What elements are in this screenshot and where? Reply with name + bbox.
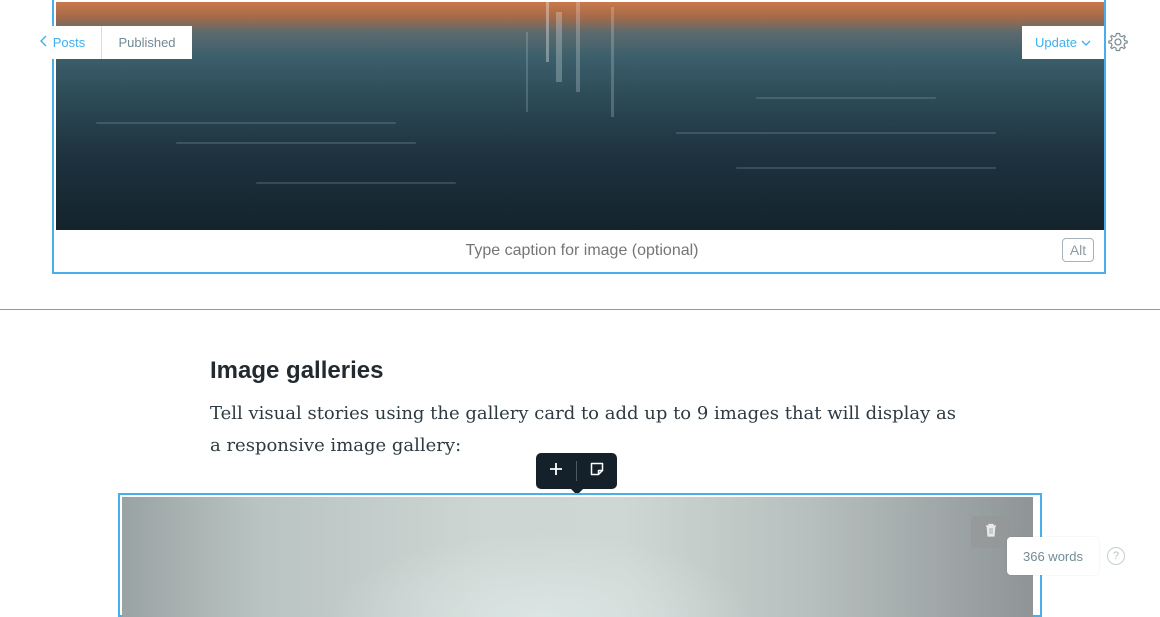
update-label: Update	[1035, 35, 1077, 50]
snippet-icon	[590, 462, 604, 481]
gallery-card[interactable]	[118, 493, 1042, 617]
card-image	[56, 2, 1104, 230]
image-card[interactable]	[52, 0, 1108, 274]
back-to-posts-label: Posts	[52, 35, 86, 50]
settings-button[interactable]	[1106, 30, 1130, 54]
gear-icon	[1106, 32, 1130, 58]
add-card-button[interactable]	[536, 453, 576, 489]
post-status-label: Published	[101, 26, 192, 59]
word-count: 366 words	[1007, 537, 1099, 575]
alt-text-button[interactable]: Alt	[1062, 238, 1094, 262]
plus-icon	[549, 462, 563, 481]
card-toolbar	[536, 453, 617, 495]
update-button[interactable]: Update	[1022, 26, 1104, 59]
gallery-image	[122, 497, 1033, 617]
trash-icon	[985, 523, 997, 542]
caption-input[interactable]	[56, 230, 1108, 272]
chevron-down-icon	[1081, 35, 1091, 50]
chevron-left-icon	[39, 34, 49, 51]
section-divider	[0, 309, 1160, 310]
section-heading[interactable]: Image galleries	[210, 357, 383, 385]
delete-card-button[interactable]	[971, 516, 1011, 548]
back-to-posts-button[interactable]: Posts	[23, 26, 101, 59]
save-snippet-button[interactable]	[577, 453, 617, 489]
help-icon[interactable]: ?	[1107, 547, 1125, 565]
